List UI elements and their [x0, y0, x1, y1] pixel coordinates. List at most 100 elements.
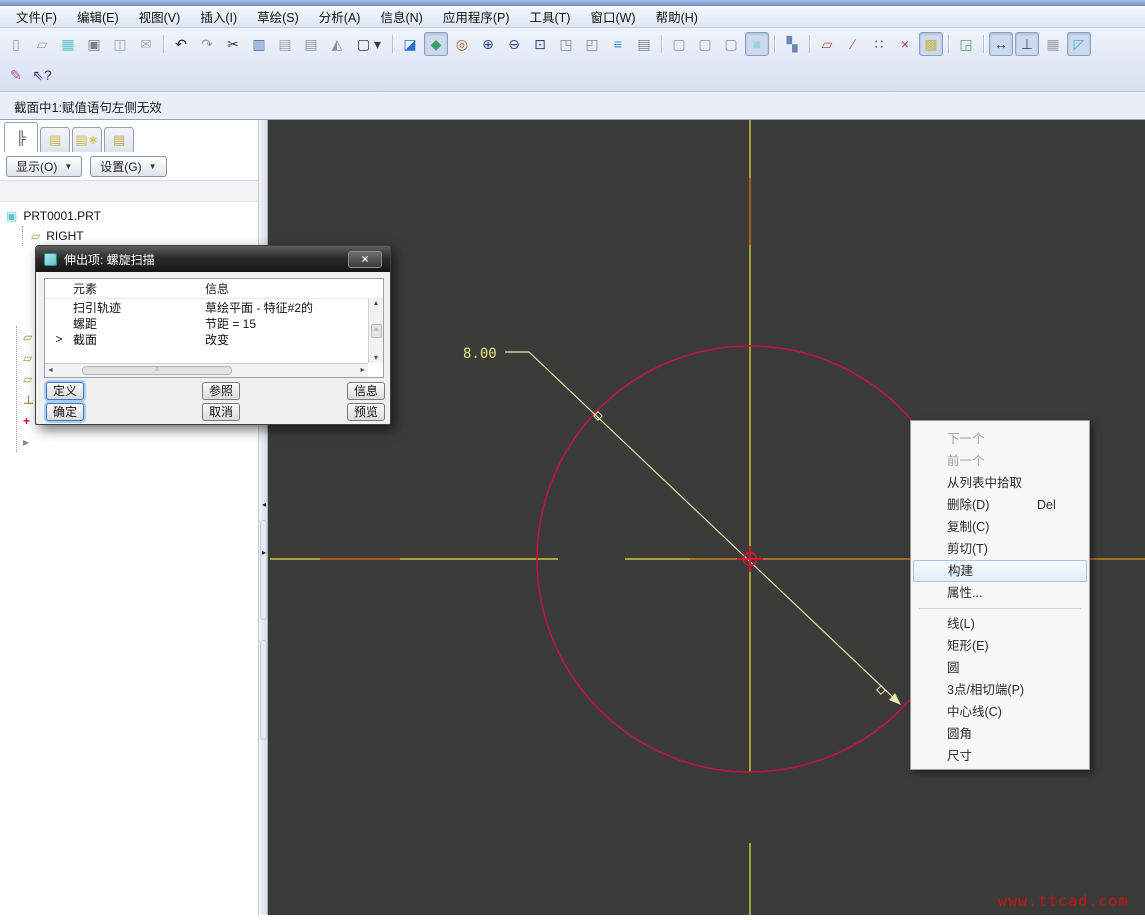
sketcher-tool-icon[interactable]: ✎: [4, 63, 28, 87]
info-button[interactable]: 信息: [347, 382, 386, 400]
scroll-right-icon[interactable]: ►: [359, 367, 366, 374]
constraint-display-icon[interactable]: ⊥: [1015, 32, 1039, 56]
cancel-button[interactable]: 取消: [202, 403, 241, 421]
dimension-menu-item[interactable]: 尺寸: [913, 745, 1087, 767]
menu-view[interactable]: 视图(V): [129, 5, 191, 28]
dialog-title-bar[interactable]: 伸出项: 螺旋扫描 ×: [36, 246, 390, 272]
centerline-menu-item[interactable]: 中心线(C): [913, 701, 1087, 723]
email-link-icon[interactable]: ✉: [134, 32, 158, 56]
datum-plane-icon[interactable]: ▱: [23, 326, 34, 347]
define-button[interactable]: 定义: [46, 382, 85, 400]
sketch-orient-icon[interactable]: ◲: [954, 32, 978, 56]
redo-icon[interactable]: ↷: [195, 32, 219, 56]
plane-display-icon[interactable]: ▱: [815, 32, 839, 56]
construct-menu-item[interactable]: 构建: [913, 560, 1087, 582]
table-row[interactable]: 螺距 节距 = 15: [45, 315, 383, 331]
menu-insert[interactable]: 插入(I): [190, 5, 247, 28]
find-icon[interactable]: ◭: [325, 32, 349, 56]
preview-button[interactable]: 预览: [347, 403, 386, 421]
feature-icon[interactable]: ▸: [23, 431, 34, 452]
scroll-up-icon[interactable]: ▲: [373, 300, 380, 307]
table-row[interactable]: > 截面 改变: [45, 331, 383, 347]
open-icon[interactable]: ▱: [30, 32, 54, 56]
zoom-in-icon[interactable]: ⊕: [476, 32, 500, 56]
references-button[interactable]: 参照: [202, 382, 241, 400]
dimension-display-icon[interactable]: ↔: [989, 32, 1013, 56]
menu-help[interactable]: 帮助(H): [646, 5, 708, 28]
horizontal-scrollbar[interactable]: ◄ ≡ ►: [45, 363, 368, 377]
paste-special-icon[interactable]: ▤: [299, 32, 323, 56]
previous-menu-item[interactable]: 前一个: [913, 450, 1087, 472]
pick-from-list-menu-item[interactable]: 从列表中拾取: [913, 472, 1087, 494]
copy-menu-item[interactable]: 复制(C): [913, 516, 1087, 538]
datum-display-icon[interactable]: ◆: [424, 32, 448, 56]
new-file-icon[interactable]: ▯: [4, 32, 28, 56]
favorites-tab[interactable]: ▤∗: [72, 127, 102, 152]
ok-button[interactable]: 确定: [46, 403, 85, 421]
sketch-diagonal-line[interactable]: [505, 351, 898, 702]
menu-sketch[interactable]: 草绘(S): [247, 5, 309, 28]
print-icon[interactable]: ▣: [82, 32, 106, 56]
point-display-icon[interactable]: ∷: [867, 32, 891, 56]
cut-menu-item[interactable]: 剪切(T): [913, 538, 1087, 560]
model-tree-tab[interactable]: ╠: [4, 122, 38, 152]
layers-icon[interactable]: ≡: [606, 32, 630, 56]
datum-plane-icon[interactable]: ▱: [23, 347, 34, 368]
repaint-icon[interactable]: ◪: [398, 32, 422, 56]
spin-center-icon[interactable]: ◎: [450, 32, 474, 56]
rectangle-menu-item[interactable]: 矩形(E): [913, 635, 1087, 657]
selection-filter-icon[interactable]: ▢ ▾: [351, 32, 387, 56]
wireframe-icon[interactable]: ▢: [667, 32, 691, 56]
view-manager-icon[interactable]: ▤: [632, 32, 656, 56]
csys-display-icon[interactable]: ×: [893, 32, 917, 56]
zoom-refit-icon[interactable]: ⊡: [528, 32, 552, 56]
menu-applications[interactable]: 应用程序(P): [433, 5, 520, 28]
menu-tools[interactable]: 工具(T): [520, 5, 581, 28]
undo-icon[interactable]: ↶: [169, 32, 193, 56]
splitter-handle[interactable]: [260, 520, 267, 620]
scroll-left-icon[interactable]: ◄: [47, 367, 54, 374]
settings-dropdown-button[interactable]: 设置(G) ▼: [90, 156, 167, 177]
next-menu-item[interactable]: 下一个: [913, 428, 1087, 450]
plane-tag-display-icon[interactable]: ▩: [919, 32, 943, 56]
zoom-out-icon[interactable]: ⊖: [502, 32, 526, 56]
context-help-icon[interactable]: ⇖?: [30, 63, 54, 87]
reorient-icon[interactable]: ◳: [554, 32, 578, 56]
save-icon[interactable]: ▦: [56, 32, 80, 56]
splitter-handle[interactable]: [260, 640, 267, 740]
delete-menu-item[interactable]: 删除(D) Del: [913, 494, 1087, 516]
fillet-menu-item[interactable]: 圆角: [913, 723, 1087, 745]
three-point-tangent-menu-item[interactable]: 3点/相切端(P): [913, 679, 1087, 701]
axis-display-icon[interactable]: ∕: [841, 32, 865, 56]
tree-root-prt0001[interactable]: ▣ PRT0001.PRT: [6, 206, 101, 226]
connections-tab[interactable]: ▤: [104, 127, 134, 152]
vertex-display-icon[interactable]: ◸: [1067, 32, 1091, 56]
panel-splitter[interactable]: ◂ ▸: [258, 120, 268, 915]
close-icon[interactable]: ×: [348, 250, 382, 268]
shaded-icon[interactable]: ■: [745, 32, 769, 56]
vertical-scrollbar[interactable]: ▲ ≡ ▼: [368, 299, 383, 363]
scrollbar-thumb[interactable]: ≡: [81, 366, 232, 375]
csys-icon[interactable]: ⊥: [23, 389, 34, 410]
show-dropdown-button[interactable]: 显示(O) ▼: [6, 156, 83, 177]
datum-plane-icon[interactable]: ▱: [23, 368, 34, 389]
model-tree-toggle-icon[interactable]: ▚: [780, 32, 804, 56]
insert-marker-icon[interactable]: +: [23, 410, 34, 431]
menu-info[interactable]: 信息(N): [370, 5, 432, 28]
line-menu-item[interactable]: 线(L): [913, 613, 1087, 635]
origin-marker-icon[interactable]: [737, 546, 763, 572]
annotation-icon[interactable]: ◰: [580, 32, 604, 56]
hidden-line-icon[interactable]: ▢: [693, 32, 717, 56]
cut-icon[interactable]: ✂: [221, 32, 245, 56]
menu-analysis[interactable]: 分析(A): [309, 5, 371, 28]
save-a-copy-icon[interactable]: ◫: [108, 32, 132, 56]
table-row[interactable]: 扫引轨迹 草绘平面 - 特征#2的: [45, 299, 383, 315]
menu-file[interactable]: 文件(F): [6, 5, 67, 28]
paste-icon[interactable]: ▤: [273, 32, 297, 56]
scroll-down-icon[interactable]: ▼: [373, 355, 380, 362]
tree-item-right[interactable]: ▱ RIGHT: [31, 226, 101, 246]
properties-menu-item[interactable]: 属性...: [913, 582, 1087, 604]
scrollbar-thumb[interactable]: ≡: [370, 324, 382, 338]
menu-edit[interactable]: 编辑(E): [67, 5, 129, 28]
grid-display-icon[interactable]: ▦: [1041, 32, 1065, 56]
